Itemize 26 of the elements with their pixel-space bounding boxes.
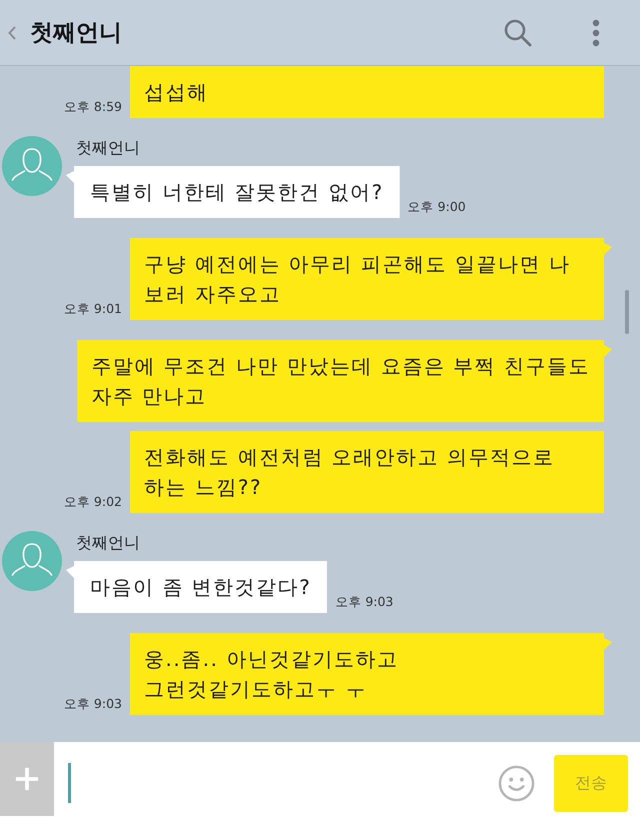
- sender-name: 첫째언니: [76, 533, 140, 553]
- message-bubble: 웅..좀.. 아닌것같기도하고 그런것같기도하고ㅜ ㅜ: [130, 633, 612, 715]
- message-time: 오후 9:03: [335, 594, 394, 610]
- attach-button[interactable]: [0, 742, 54, 816]
- message-bubble: 주말에 무조건 나만 만났는데 요즘은 부쩍 친구들도 자주 만나고: [77, 340, 612, 422]
- message-time: 오후 9:01: [64, 301, 122, 317]
- scrollbar-thumb: [625, 290, 629, 334]
- message-time: 오후 9:02: [64, 494, 122, 510]
- message-bubble: 구냥 예전에는 아무리 피곤해도 일끝나면 나 보러 자주오고: [130, 238, 612, 320]
- cursor-icon: [68, 763, 71, 803]
- message-bubble: 특별히 너한테 잘못한건 없어?: [66, 166, 400, 218]
- plus-icon: [15, 767, 39, 791]
- message-time: 오후 8:59: [64, 99, 122, 115]
- avatar-icon[interactable]: [2, 531, 62, 591]
- message-time: 오후 9:00: [408, 199, 466, 215]
- smiley-icon[interactable]: [498, 764, 535, 802]
- sender-name: 첫째언니: [76, 138, 140, 158]
- search-icon[interactable]: [504, 18, 532, 46]
- chat-title: 첫째언니: [30, 19, 122, 48]
- back-icon[interactable]: [8, 26, 16, 40]
- message-bubble: 전화해도 예전처럼 오래안하고 의무적으로 하는 느낌??: [130, 431, 604, 513]
- message-bubble: 섭섭해: [130, 66, 604, 118]
- message-time: 오후 9:03: [64, 696, 122, 712]
- message-bubble: 마음이 좀 변한것같다?: [66, 561, 328, 613]
- more-icon[interactable]: [592, 18, 600, 46]
- avatar-icon[interactable]: [2, 136, 62, 196]
